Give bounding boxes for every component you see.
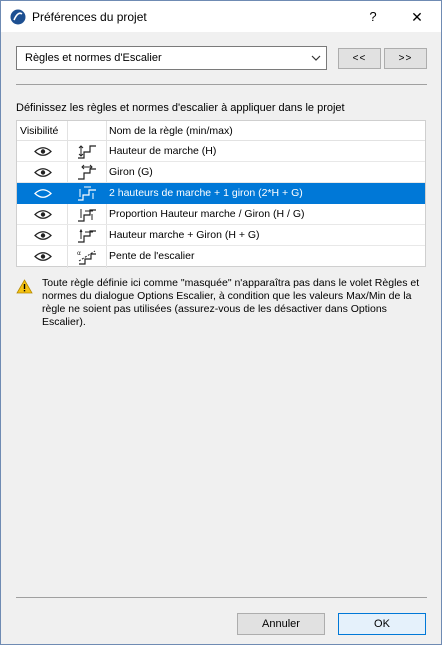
two-risers-going-icon (78, 186, 96, 201)
column-header-visibility[interactable]: Visibilité (20, 125, 58, 137)
table-row[interactable]: Hauteur marche + Giron (H + G) (17, 225, 425, 246)
next-panel-button[interactable]: >> (384, 48, 427, 69)
instruction-text: Définissez les règles et normes d'escali… (16, 102, 345, 114)
rule-name: Pente de l'escalier (109, 250, 195, 262)
preferences-dialog: Préférences du projet ? ✕ Règles et norm… (0, 0, 442, 645)
rule-name: Giron (G) (109, 166, 153, 178)
divider (16, 84, 427, 85)
warning-icon (16, 279, 33, 294)
rule-name: Hauteur marche + Giron (H + G) (109, 229, 260, 241)
stair-slope-icon: α (77, 250, 96, 265)
riser-going-ratio-icon (78, 209, 96, 222)
panel-selector-dropdown[interactable]: Règles et normes d'Escalier (16, 46, 327, 70)
chevron-down-icon (311, 55, 321, 61)
going-icon (78, 164, 96, 180)
help-button[interactable]: ? (361, 5, 385, 29)
table-row[interactable]: Hauteur de marche (H) (17, 141, 425, 162)
riser-plus-going-icon (78, 228, 96, 243)
title-bar: Préférences du projet ? ✕ (1, 1, 441, 32)
column-header-name[interactable]: Nom de la règle (min/max) (109, 125, 233, 137)
table-header: Visibilité Nom de la règle (min/max) (17, 121, 425, 141)
ok-button[interactable]: OK (338, 613, 426, 635)
window-title: Préférences du projet (32, 10, 147, 24)
table-row-selected[interactable]: 2 hauteurs de marche + 1 giron (2*H + G) (17, 183, 425, 204)
rule-name: Proportion Hauteur marche / Giron (H / G… (109, 208, 305, 220)
table-row[interactable]: α Pente de l'escalier (17, 246, 425, 267)
svg-text:α: α (77, 250, 81, 257)
eye-icon[interactable] (34, 208, 52, 221)
rules-table: Visibilité Nom de la règle (min/max) Hau… (16, 120, 426, 268)
app-icon (10, 9, 26, 25)
eye-hidden-icon[interactable] (34, 187, 52, 200)
previous-panel-button[interactable]: << (338, 48, 381, 69)
eye-icon[interactable] (34, 250, 52, 263)
cancel-button[interactable]: Annuler (237, 613, 325, 635)
table-row[interactable]: Proportion Hauteur marche / Giron (H / G… (17, 204, 425, 225)
eye-icon[interactable] (34, 229, 52, 242)
eye-icon[interactable] (34, 145, 52, 158)
divider (16, 597, 427, 598)
close-button[interactable]: ✕ (401, 5, 433, 29)
rule-name: 2 hauteurs de marche + 1 giron (2*H + G) (109, 187, 303, 199)
warning-text: Toute règle définie ici comme "masquée" … (42, 277, 420, 328)
eye-icon[interactable] (34, 166, 52, 179)
riser-height-icon (78, 145, 96, 159)
rule-name: Hauteur de marche (H) (109, 145, 217, 157)
panel-selector-value: Règles et normes d'Escalier (25, 52, 162, 64)
table-row[interactable]: Giron (G) (17, 162, 425, 183)
